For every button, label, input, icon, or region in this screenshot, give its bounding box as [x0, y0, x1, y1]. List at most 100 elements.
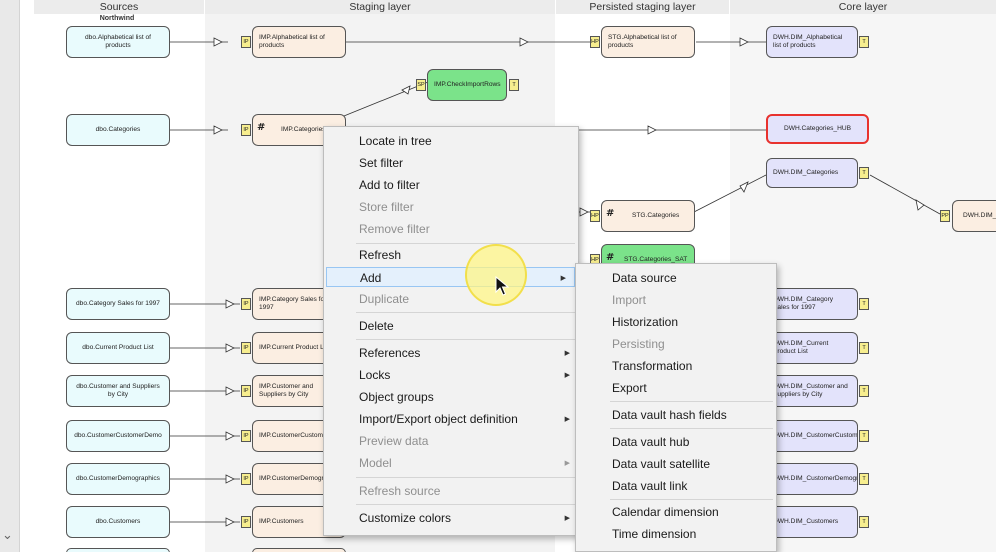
node-dwh-dim-categories[interactable]: DWH.DIM_Categories: [766, 158, 858, 188]
tag-t: T: [859, 167, 869, 179]
node-imp-alphabetical[interactable]: IMP.Alphabetical list of products: [252, 26, 346, 58]
node-dwh-customers[interactable]: DWH.DIM_Customers: [766, 506, 858, 538]
node-label: STG.Alphabetical list of products: [608, 34, 677, 49]
menu-item-object-groups[interactable]: Object groups: [324, 387, 578, 407]
node-label: dbo.Categories: [95, 126, 141, 133]
menu-item-delete[interactable]: Delete: [324, 316, 578, 336]
node-dwh-customer-suppliers[interactable]: DWH.DIM_Customer and Suppliers by City: [766, 375, 858, 407]
node-label: dbo.Customer and Suppliers by City: [76, 383, 160, 398]
node-dwh-customer-demo[interactable]: DWH.DIM_CustomerCustomerDemo: [766, 420, 858, 452]
node-source-alphabetical[interactable]: dbo.Alphabetical list of products: [66, 26, 170, 58]
menu-item-add-to-filter[interactable]: Add to filter: [324, 175, 578, 195]
menu-item-duplicate[interactable]: Duplicate: [324, 289, 578, 309]
menu-item-label: References: [359, 346, 421, 360]
node-imp-check-import-rows[interactable]: IMP.CheckImportRows: [427, 69, 507, 101]
tag-t: T: [859, 385, 869, 397]
node-dwh-alphabetical[interactable]: DWH.DIM_Alphabetical list of products: [766, 26, 858, 58]
menu-item-add[interactable]: Add ▶: [326, 267, 575, 287]
submenu-arrow-icon: ▶: [564, 514, 570, 522]
lineage-diagram-canvas[interactable]: ⌄ Sources Staging layer Persisted stagin…: [0, 0, 996, 552]
node-source-next[interactable]: [66, 548, 170, 552]
menu-item-label: Locate in tree: [359, 134, 432, 148]
submenu-item-transformation[interactable]: Transformation: [576, 356, 776, 376]
node-source-customer-demographics[interactable]: dbo.CustomerDemographics: [66, 463, 170, 495]
node-dwh-category-sales[interactable]: DWH.DIM_Category Sales for 1997: [766, 288, 858, 320]
node-dwh-current-product[interactable]: DWH.DIM_Current Product List: [766, 332, 858, 364]
node-label: dbo.CustomerDemographics: [76, 475, 160, 482]
submenu-item-time-dimension[interactable]: Time dimension: [576, 524, 776, 544]
menu-item-locate-in-tree[interactable]: Locate in tree: [324, 131, 578, 151]
menu-item-import-export[interactable]: Import/Export object definition ▶: [324, 409, 578, 429]
menu-item-label: Model: [359, 456, 392, 470]
node-source-category-sales[interactable]: dbo.Category Sales for 1997: [66, 288, 170, 320]
tag-t: T: [859, 516, 869, 528]
tag-t: T: [509, 79, 519, 91]
menu-item-customize-colors[interactable]: Customize colors ▶: [324, 508, 578, 528]
menu-item-references[interactable]: References ▶: [324, 343, 578, 363]
submenu-item-dv-hub[interactable]: Data vault hub: [576, 432, 776, 452]
node-source-customer-suppliers[interactable]: dbo.Customer and Suppliers by City: [66, 375, 170, 407]
cursor-highlight: [465, 244, 527, 306]
menu-item-label: Refresh source: [359, 484, 441, 498]
menu-item-label: Duplicate: [359, 292, 410, 306]
submenu-item-data-source[interactable]: Data source: [576, 268, 776, 288]
menu-item-label: Data vault hash fields: [612, 408, 727, 422]
submenu-item-import[interactable]: Import: [576, 290, 776, 310]
node-label: IMP.Alphabetical list of products: [259, 34, 325, 49]
submenu-arrow-icon: ▶: [564, 371, 570, 379]
node-dwh-categories-hub[interactable]: DWH.Categories_HUB: [766, 114, 869, 144]
node-label: IMP.Customers: [259, 518, 304, 525]
node-source-current-product[interactable]: dbo.Current Product List: [66, 332, 170, 364]
menu-item-preview-data[interactable]: Preview data: [324, 431, 578, 451]
node-label: DWH.DIM_CustomerCustomerDemo: [773, 432, 858, 439]
node-source-customers[interactable]: dbo.Customers: [66, 506, 170, 538]
menu-separator: [356, 339, 575, 340]
menu-item-label: Delete: [359, 319, 394, 333]
menu-item-label: Import/Export object definition: [359, 412, 518, 426]
node-dwh-customer-demographics[interactable]: DWH.DIM_CustomerDemographics: [766, 463, 858, 495]
menu-item-store-filter[interactable]: Store filter: [324, 197, 578, 217]
tag-t: T: [859, 298, 869, 310]
node-source-categories[interactable]: dbo.Categories: [66, 114, 170, 146]
node-imp-next[interactable]: [252, 548, 346, 552]
menu-item-set-filter[interactable]: Set filter: [324, 153, 578, 173]
tag-ip: IP: [241, 430, 251, 442]
menu-item-locks[interactable]: Locks ▶: [324, 365, 578, 385]
menu-item-refresh[interactable]: Refresh: [324, 245, 578, 265]
menu-item-model[interactable]: Model ▶: [324, 453, 578, 473]
submenu-item-dv-link[interactable]: Data vault link: [576, 476, 776, 496]
menu-item-label: Data vault hub: [612, 435, 690, 449]
menu-item-remove-filter[interactable]: Remove filter: [324, 219, 578, 239]
node-label: DWH.DIM_Current Product List: [773, 340, 829, 355]
submenu-item-calendar-dimension[interactable]: Calendar dimension: [576, 502, 776, 522]
menu-item-label: Export: [612, 381, 647, 395]
tag-ip: IP: [241, 385, 251, 397]
submenu-item-historization[interactable]: Historization: [576, 312, 776, 332]
hash-icon: #: [257, 122, 266, 133]
menu-item-refresh-source[interactable]: Refresh source: [324, 481, 578, 501]
menu-separator: [610, 428, 773, 429]
menu-separator: [356, 312, 575, 313]
menu-item-label: Import: [612, 293, 647, 307]
node-source-customer-demo[interactable]: dbo.CustomerCustomerDemo: [66, 420, 170, 452]
submenu-item-export[interactable]: Export: [576, 378, 776, 398]
node-dwh-dim-partial[interactable]: DWH.DIM_: [952, 200, 996, 232]
menu-item-label: Refresh: [359, 248, 402, 262]
submenu-item-dv-hash-fields[interactable]: Data vault hash fields: [576, 405, 776, 425]
menu-item-label: Calendar dimension: [612, 505, 719, 519]
submenu-item-dv-satellite[interactable]: Data vault satellite: [576, 454, 776, 474]
node-stg-categories[interactable]: STG.Categories: [601, 200, 695, 232]
mouse-pointer-icon: [495, 276, 509, 296]
node-label: DWH.DIM_CustomerDemographics: [773, 475, 857, 482]
menu-separator: [610, 401, 773, 402]
tag-ip: IP: [241, 342, 251, 354]
tag-ip: IP: [241, 516, 251, 528]
submenu-arrow-icon: ▶: [564, 459, 570, 467]
submenu-item-persisting[interactable]: Persisting: [576, 334, 776, 354]
hash-icon: #: [606, 208, 615, 219]
node-stg-alphabetical[interactable]: STG.Alphabetical list of products: [601, 26, 695, 58]
tag-sp: SP: [416, 79, 426, 91]
node-label: dbo.Alphabetical list of products: [85, 34, 151, 49]
submenu-arrow-icon: ▶: [564, 415, 570, 423]
hash-icon: #: [606, 252, 615, 263]
